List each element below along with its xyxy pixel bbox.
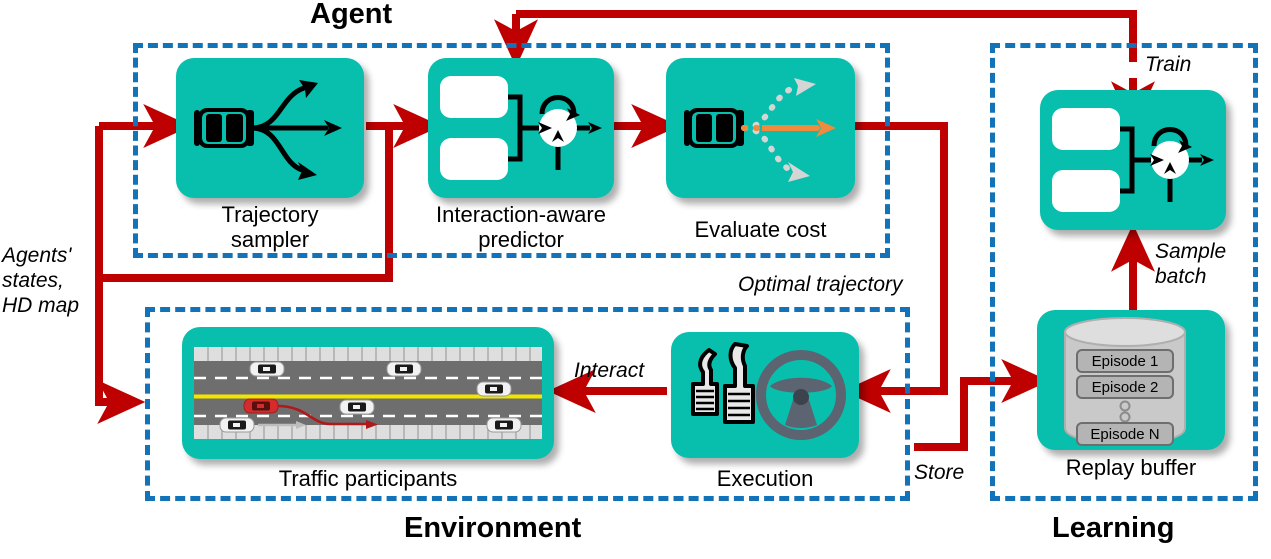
node-replay-buffer[interactable]: Episode 1 Episode 2 Episode N — [1037, 310, 1225, 450]
edge-label-line: batch — [1155, 265, 1207, 288]
node-learning-network[interactable] — [1040, 90, 1226, 230]
node-label-traffic-participants: Traffic participants — [182, 466, 554, 491]
node-evaluate-cost[interactable] — [666, 58, 855, 198]
network-input-block-2 — [440, 138, 508, 180]
node-traffic-participants[interactable] — [182, 327, 554, 459]
episode-chip: Episode 1 — [1076, 349, 1174, 373]
episode-chip-label: Episode N — [1090, 426, 1159, 443]
group-title-environment: Environment — [404, 512, 582, 544]
node-label-execution: Execution — [671, 466, 859, 491]
network-input-block-1 — [440, 76, 508, 118]
episode-chips: Episode 1 Episode 2 Episode N — [1076, 349, 1174, 446]
label-line: Traffic participants — [278, 466, 458, 491]
diagram-canvas: Agent Trajectory sampler Interaction-awa… — [0, 0, 1271, 559]
edge-label-sample-batch: Sample batch — [1155, 239, 1226, 289]
edge-label-store: Store — [914, 461, 965, 484]
edge-label-line: Agents' — [2, 244, 72, 267]
node-label-evaluate-cost: Evaluate cost — [666, 217, 855, 242]
node-execution[interactable] — [671, 332, 859, 458]
label-line: Trajectory — [221, 202, 319, 227]
edge-label-interact: Interact — [574, 359, 645, 382]
episode-chip-label: Episode 2 — [1092, 379, 1159, 396]
car-cost-trajectories-icon — [684, 78, 836, 182]
edge-label-agents-states: Agents' states, HD map — [2, 243, 96, 318]
label-line: Execution — [716, 466, 814, 491]
car-fanout-trajectories-icon — [194, 80, 342, 180]
edge-label-line: Sample — [1155, 240, 1227, 263]
highway-traffic-scene-icon — [194, 347, 542, 439]
group-title-learning: Learning — [1052, 512, 1175, 544]
node-label-trajectory-sampler: Trajectory sampler — [176, 202, 364, 252]
edge-label-train: Train — [1145, 53, 1192, 76]
ego-vehicle — [243, 398, 279, 414]
node-label-replay-buffer: Replay buffer — [1037, 455, 1225, 480]
edge-label-optimal-trajectory: Optimal trajectory — [738, 273, 903, 296]
node-label-interaction-aware-predictor: Interaction-aware predictor — [408, 202, 634, 252]
pedals-icon — [691, 342, 755, 424]
recurrent-network-icon — [1052, 108, 1214, 212]
label-line: predictor — [478, 227, 564, 252]
episode-chip: Episode 2 — [1076, 375, 1174, 399]
episode-chip: Episode N — [1076, 422, 1174, 446]
edge-label-line: states, — [2, 269, 64, 292]
label-line: Replay buffer — [1065, 455, 1197, 480]
cylinder-top — [1064, 317, 1186, 347]
network-input-block-2 — [1052, 170, 1120, 212]
curb-top — [194, 347, 542, 361]
label-line: Interaction-aware — [436, 202, 606, 227]
pedals-steering-wheel-icon — [691, 342, 846, 440]
group-title-agent: Agent — [310, 0, 393, 30]
label-line: Evaluate cost — [694, 217, 827, 242]
edge-label-line: HD map — [2, 294, 80, 317]
recurrent-network-icon — [440, 76, 602, 180]
database-cylinder-icon: Episode 1 Episode 2 Episode N — [1064, 317, 1186, 446]
network-input-block-1 — [1052, 108, 1120, 150]
steering-wheel-icon — [756, 350, 846, 440]
node-trajectory-sampler[interactable] — [176, 58, 364, 198]
label-line: sampler — [230, 227, 310, 252]
edge-states-down-to-environment — [95, 126, 146, 424]
episode-chip-label: Episode 1 — [1092, 353, 1159, 370]
node-interaction-aware-predictor[interactable] — [428, 58, 614, 198]
